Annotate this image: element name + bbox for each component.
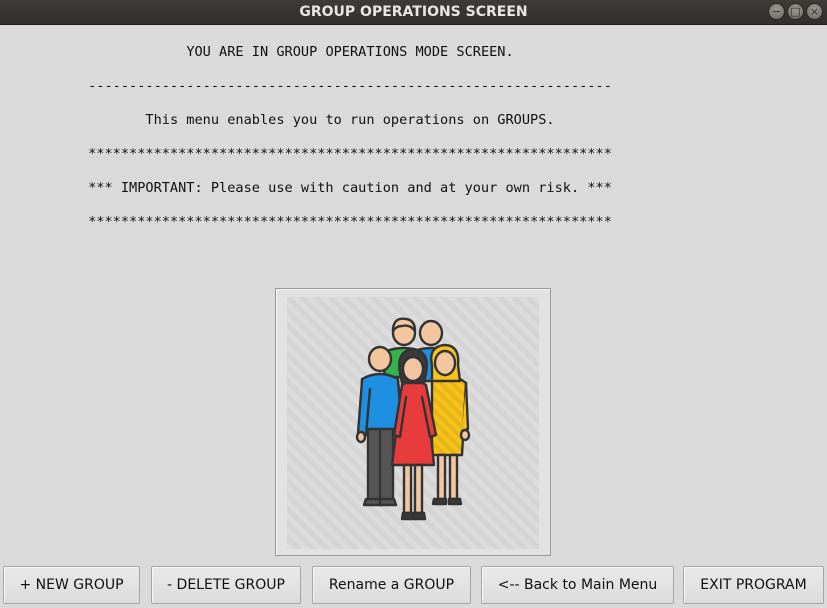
warning-text: *** IMPORTANT: Please use with caution a… <box>88 180 612 196</box>
group-illustration-frame <box>275 288 551 556</box>
maximize-icon[interactable]: □ <box>787 3 804 20</box>
window-titlebar[interactable]: GROUP OPERATIONS SCREEN − □ × <box>0 0 827 25</box>
new-group-button[interactable]: + NEW GROUP <box>3 566 140 604</box>
description-text: This menu enables you to run operations … <box>145 112 555 128</box>
close-icon[interactable]: × <box>806 3 823 20</box>
rename-group-button[interactable]: Rename a GROUP <box>312 566 471 604</box>
exit-program-button[interactable]: EXIT PROGRAM <box>683 566 824 604</box>
back-to-main-menu-button[interactable]: <-- Back to Main Menu <box>481 566 674 604</box>
minimize-icon[interactable]: − <box>768 3 785 20</box>
star-divider-bottom: ****************************************… <box>88 214 612 230</box>
delete-group-button[interactable]: - DELETE GROUP <box>151 566 301 604</box>
group-of-people-icon <box>287 297 539 549</box>
window-title: GROUP OPERATIONS SCREEN <box>299 4 528 20</box>
dash-divider: ----------------------------------------… <box>88 78 612 94</box>
page-heading: YOU ARE IN GROUP OPERATIONS MODE SCREEN. <box>186 44 514 60</box>
star-divider-top: ****************************************… <box>88 146 612 162</box>
